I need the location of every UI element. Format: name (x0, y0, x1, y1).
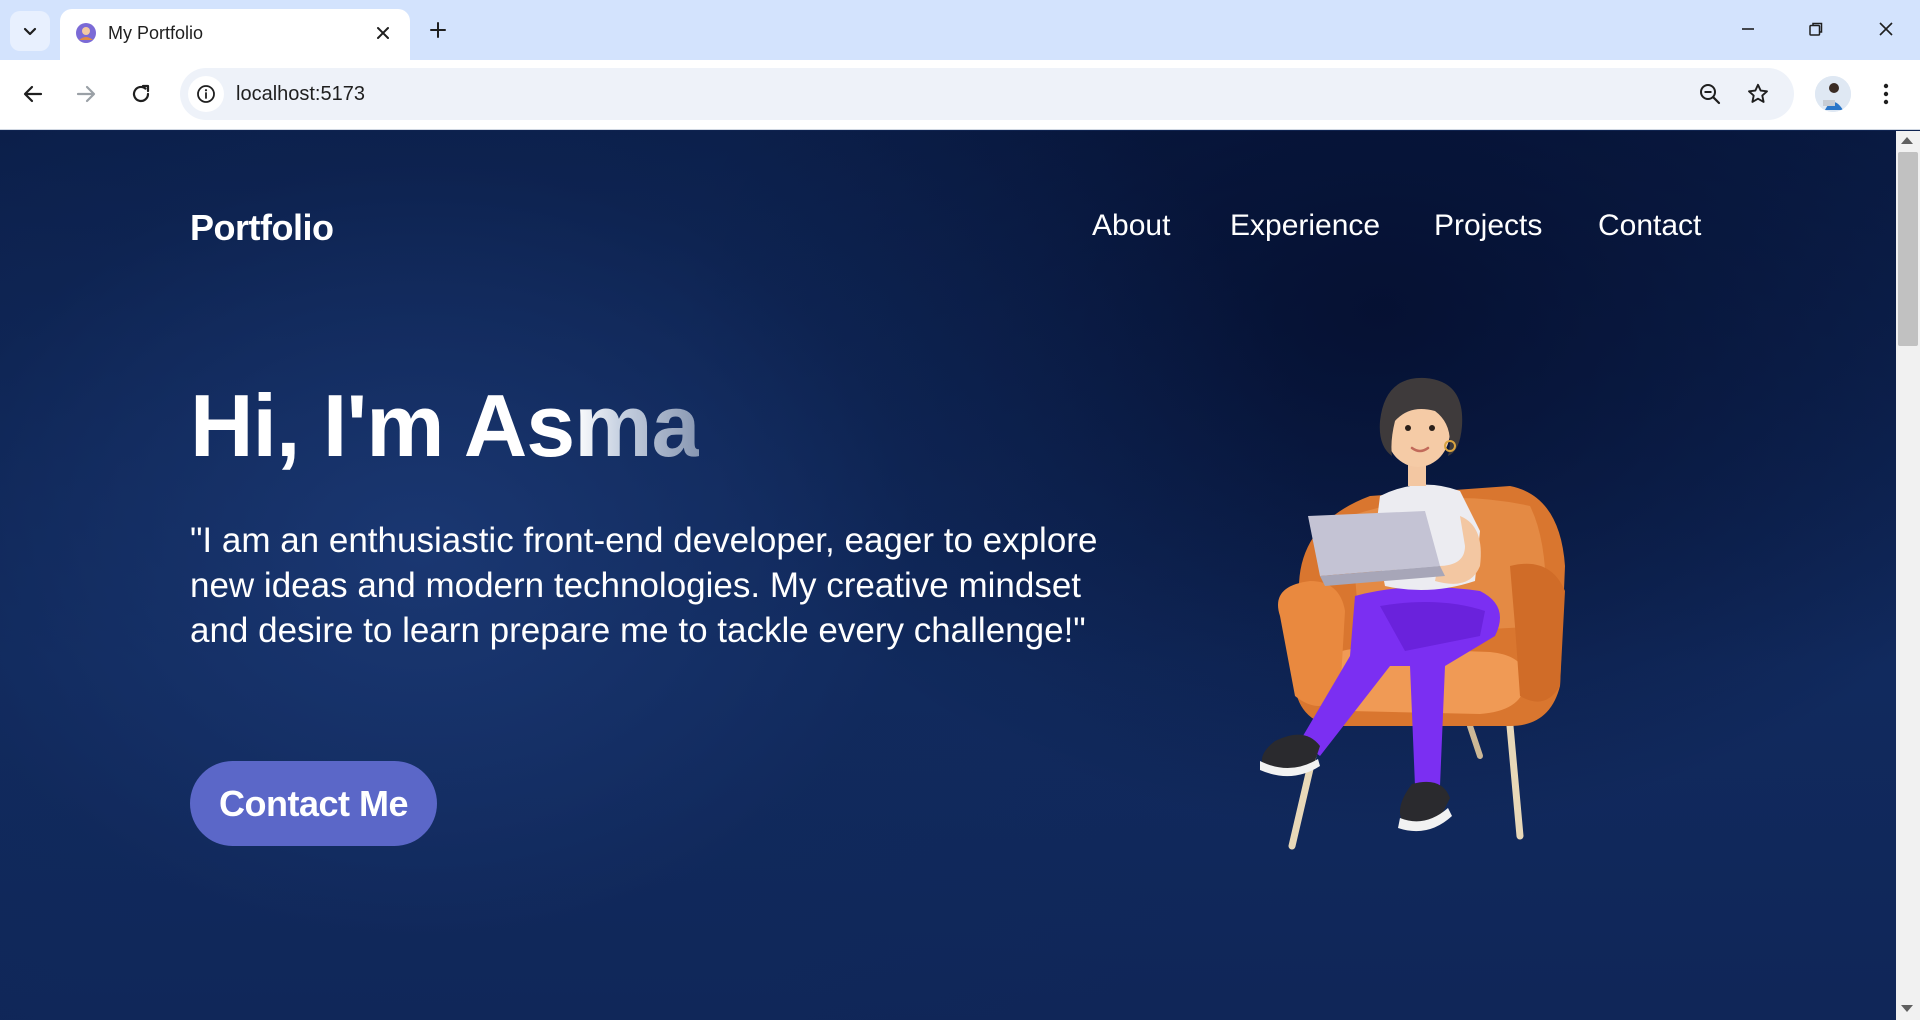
active-tab[interactable]: My Portfolio (60, 9, 410, 60)
contact-me-button[interactable]: Contact Me (190, 761, 437, 846)
close-window-button[interactable] (1852, 6, 1920, 52)
address-bar[interactable]: localhost:5173 (180, 68, 1794, 120)
restore-button[interactable] (1782, 6, 1850, 52)
hero-illustration (1260, 377, 1565, 850)
nav-link-experience[interactable]: Experience (1230, 209, 1380, 243)
site-info-button[interactable] (188, 76, 224, 112)
chevron-down-icon (23, 27, 37, 36)
hero-title-start: Hi, I'm As (190, 376, 575, 475)
minimize-button[interactable] (1714, 6, 1782, 52)
scroll-up-arrow[interactable] (1901, 137, 1913, 144)
kebab-menu-icon (1883, 83, 1889, 105)
browser-toolbar: localhost:5173 (0, 60, 1920, 130)
browser-menu-button[interactable] (1870, 74, 1902, 114)
minimize-icon (1742, 28, 1754, 30)
hero-description: "I am an enthusiastic front-end develope… (190, 521, 1098, 650)
avatar-icon (1815, 76, 1851, 112)
back-button[interactable] (13, 74, 53, 114)
close-icon (1879, 22, 1893, 36)
info-icon (197, 85, 215, 103)
arrow-left-icon (23, 85, 43, 103)
nav-link-contact[interactable]: Contact (1598, 209, 1701, 243)
plus-icon (430, 22, 446, 38)
scrollbar-thumb[interactable] (1898, 152, 1918, 346)
zoom-button[interactable] (1694, 78, 1726, 110)
tab-strip: My Portfolio (0, 0, 1920, 60)
zoom-out-icon (1700, 84, 1721, 105)
restore-icon (1809, 22, 1823, 36)
arrow-right-icon (76, 85, 96, 103)
url-text[interactable]: localhost:5173 (236, 82, 365, 106)
bookmark-button[interactable] (1742, 78, 1774, 110)
page-viewport: Portfolio About Experience Projects Cont… (0, 131, 1896, 1020)
scroll-down-arrow[interactable] (1901, 1005, 1913, 1012)
tab-close-button[interactable] (368, 18, 398, 48)
profile-avatar[interactable] (1815, 76, 1851, 112)
close-icon (377, 27, 389, 39)
tab-title: My Portfolio (108, 23, 204, 43)
new-tab-button[interactable] (422, 14, 454, 46)
favicon-icon (76, 23, 96, 43)
reload-button[interactable] (121, 74, 161, 114)
forward-button[interactable] (66, 74, 106, 114)
star-icon (1748, 83, 1768, 103)
hero-title-end: ma (574, 376, 700, 475)
reload-icon (132, 84, 150, 103)
nav-link-about[interactable]: About (1092, 209, 1170, 243)
tab-search-button[interactable] (10, 11, 50, 51)
hero-title: Hi, I'm Asma (190, 371, 700, 481)
site-brand[interactable]: Portfolio (190, 207, 334, 249)
nav-link-projects[interactable]: Projects (1434, 209, 1542, 243)
